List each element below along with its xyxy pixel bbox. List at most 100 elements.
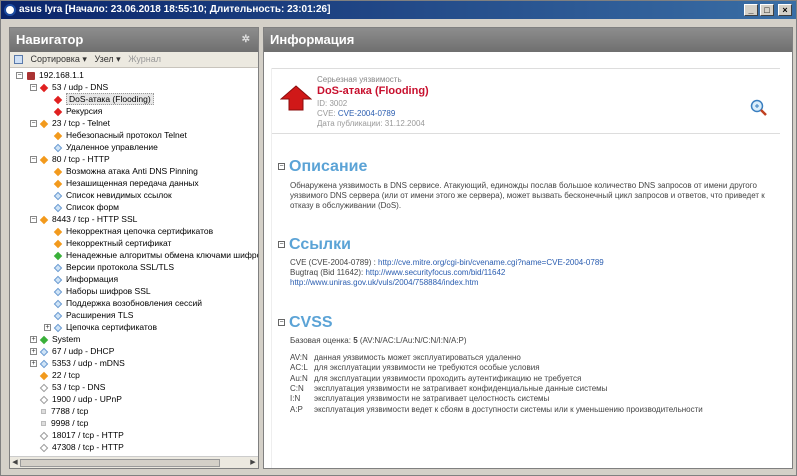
links-list: CVE (CVE-2004-0789) : http://cve.mitre.o… bbox=[290, 258, 770, 288]
cve-link[interactable]: CVE-2004-0789 bbox=[338, 109, 395, 118]
tree-item[interactable]: Информация bbox=[44, 273, 118, 285]
window-title: asus lyra [Начало: 23.06.2018 18:55:10; … bbox=[19, 4, 331, 15]
tree-item-label: 53 / udp - DNS bbox=[52, 82, 109, 92]
scroll-right-icon[interactable]: ▶ bbox=[248, 457, 258, 469]
tree-item[interactable]: Некорректный сертификат bbox=[44, 237, 171, 249]
tree-item[interactable]: 7788 / tcp bbox=[30, 405, 88, 417]
tree-item[interactable]: Поддержка возобновления сессий bbox=[44, 297, 202, 309]
expand-icon[interactable]: + bbox=[30, 336, 37, 344]
tree-item[interactable]: 22 / tcp bbox=[30, 369, 80, 381]
severity-blu-icon bbox=[53, 311, 63, 320]
journal-menu[interactable]: Журнал bbox=[128, 54, 161, 64]
horizontal-scrollbar[interactable]: ◀ ▶ bbox=[10, 456, 258, 468]
tree-item[interactable]: +5353 / udp - mDNS bbox=[30, 357, 125, 369]
tree-item[interactable]: 9998 / tcp bbox=[30, 417, 88, 429]
cvss-metric-row: Au:N для эксплуатации уязвимости проходит… bbox=[290, 374, 581, 383]
magnifier-icon[interactable] bbox=[750, 99, 768, 117]
link-bugtraq[interactable]: http://www.securityfocus.com/bid/11642 bbox=[365, 268, 505, 277]
cvss-metric-key: I:N bbox=[290, 394, 301, 404]
port-icon bbox=[41, 421, 46, 427]
tree-view-icon[interactable] bbox=[14, 55, 23, 65]
collapse-icon[interactable]: − bbox=[30, 120, 37, 128]
tree-item[interactable]: Незашищенная передача данных bbox=[44, 177, 199, 189]
tree-item[interactable]: +67 / udp - DHCP bbox=[30, 345, 114, 357]
app-icon bbox=[4, 4, 16, 16]
tree-item[interactable]: − 8443 / tcp - HTTP SSL bbox=[30, 213, 137, 225]
title-bar[interactable]: asus lyra [Начало: 23.06.2018 18:55:10; … bbox=[1, 1, 796, 19]
severity-red-icon bbox=[53, 95, 63, 104]
tree-item-label: 80 / tcp - HTTP bbox=[52, 154, 110, 164]
severity-blu-icon bbox=[39, 347, 49, 356]
minimize-button[interactable]: _ bbox=[744, 4, 758, 16]
collapse-icon[interactable]: − bbox=[30, 84, 37, 92]
tree-item[interactable]: 1900 / udp - UPnP bbox=[30, 393, 122, 405]
tree-item-label: Небезопасный протокол Telnet bbox=[66, 130, 187, 140]
cvss-metric-desc: эксплуатация уязвимости не затрагивает ц… bbox=[314, 394, 550, 404]
tree-item[interactable]: Версии протокола SSL/TLS bbox=[44, 261, 174, 273]
tree-item[interactable]: 53 / tcp - DNS bbox=[30, 381, 105, 393]
severity-red-icon bbox=[39, 83, 49, 92]
collapse-icon[interactable]: − bbox=[278, 163, 285, 171]
tree-item[interactable]: + Цепочка сертификатов bbox=[44, 321, 157, 333]
link-cve[interactable]: http://cve.mitre.org/cgi-bin/cvename.cgi… bbox=[378, 258, 604, 267]
tree-item-label: Список невидимых ссылок bbox=[66, 190, 172, 200]
tree-item[interactable]: Возможна атака Anti DNS Pinning bbox=[44, 165, 198, 177]
expand-icon[interactable]: + bbox=[30, 360, 37, 368]
cvss-metric-key: AV:N bbox=[290, 353, 308, 362]
host-icon bbox=[27, 71, 35, 80]
info-content: Серьезная уязвимость DoS-атака (Flooding… bbox=[264, 52, 792, 468]
link-uniras[interactable]: http://www.uniras.gov.uk/vuls/2004/75888… bbox=[290, 278, 478, 287]
tree-item-label: 8443 / tcp - HTTP SSL bbox=[52, 214, 138, 224]
collapse-icon[interactable]: − bbox=[278, 319, 285, 327]
tree-item[interactable]: DoS-атака (Flooding) bbox=[44, 93, 154, 105]
description-heading[interactable]: − Описание bbox=[278, 158, 367, 176]
scroll-thumb[interactable] bbox=[20, 459, 220, 467]
tree-item-label: 192.168.1.1 bbox=[39, 70, 84, 80]
info-title: Информация bbox=[270, 32, 355, 47]
collapse-icon[interactable]: − bbox=[30, 156, 37, 164]
severity-org-icon bbox=[53, 167, 63, 176]
tree-item[interactable]: Список невидимых ссылок bbox=[44, 189, 172, 201]
description-heading-text: Описание bbox=[289, 158, 368, 175]
tree-item[interactable]: Ненадежные алгоритмы обмена ключами шифр… bbox=[44, 249, 258, 261]
pin-icon[interactable]: ✲ bbox=[242, 28, 250, 52]
vulnerability-summary: Серьезная уязвимость DoS-атака (Flooding… bbox=[272, 68, 780, 134]
close-button[interactable]: × bbox=[778, 4, 792, 16]
tree-item[interactable]: Рекурсия bbox=[44, 105, 102, 117]
collapse-icon[interactable]: − bbox=[30, 216, 37, 224]
scroll-left-icon[interactable]: ◀ bbox=[10, 457, 20, 469]
sort-menu[interactable]: Сортировка ▾ bbox=[31, 54, 87, 64]
tree-item[interactable]: Список форм bbox=[44, 201, 119, 213]
collapse-icon[interactable]: − bbox=[278, 241, 285, 249]
tree-item[interactable]: 18017 / tcp - HTTP bbox=[30, 429, 124, 441]
tree-item[interactable]: − 192.168.1.1 bbox=[16, 69, 84, 81]
tree-item[interactable]: Небезопасный протокол Telnet bbox=[44, 129, 187, 141]
tree-item[interactable]: 47308 / tcp - HTTP bbox=[30, 441, 124, 453]
tree-item[interactable]: − 53 / udp - DNS bbox=[30, 81, 108, 93]
tree-item[interactable]: + System bbox=[30, 333, 80, 345]
tree-item[interactable]: − 80 / tcp - HTTP bbox=[30, 153, 110, 165]
severity-grn-icon bbox=[53, 251, 63, 260]
links-heading-text: Ссылки bbox=[289, 236, 351, 253]
vulnerability-card: Серьезная уязвимость DoS-атака (Flooding… bbox=[271, 68, 780, 468]
maximize-button[interactable]: □ bbox=[760, 4, 774, 16]
links-heading[interactable]: − Ссылки bbox=[278, 236, 351, 254]
node-menu[interactable]: Узел ▾ bbox=[94, 54, 120, 64]
tree-item[interactable]: Некорректная цепочка сертификатов bbox=[44, 225, 213, 237]
expand-icon[interactable]: + bbox=[30, 348, 37, 356]
tree-item[interactable]: Наборы шифров SSL bbox=[44, 285, 151, 297]
tree-item[interactable]: − 23 / tcp - Telnet bbox=[30, 117, 110, 129]
expand-icon[interactable]: + bbox=[44, 324, 51, 332]
info-header: Информация bbox=[264, 28, 792, 52]
cvss-heading[interactable]: − CVSS bbox=[278, 314, 333, 332]
tree-item-label: Ненадежные алгоритмы обмена ключами шифр… bbox=[66, 250, 258, 260]
severity-org-icon bbox=[39, 371, 49, 380]
severity-wht-icon bbox=[39, 395, 49, 404]
base-score-prefix: Базовая оценка: bbox=[290, 336, 354, 345]
base-score: Базовая оценка: 5 (AV:N/AC:L/Au:N/C:N/I:… bbox=[290, 336, 770, 346]
collapse-icon[interactable]: − bbox=[16, 72, 23, 80]
severity-blu-icon bbox=[53, 191, 63, 200]
tree-item[interactable]: Расширения TLS bbox=[44, 309, 133, 321]
tree-item-label: Наборы шифров SSL bbox=[66, 286, 151, 296]
tree-item[interactable]: Удаленное управление bbox=[44, 141, 158, 153]
